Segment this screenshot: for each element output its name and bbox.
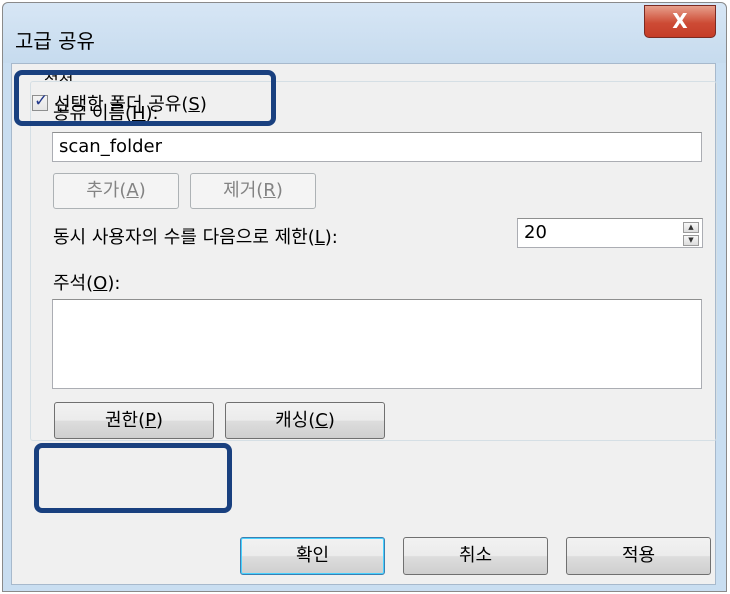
- comment-textarea[interactable]: [52, 299, 702, 389]
- dialog-title: 고급 공유: [15, 29, 95, 53]
- spin-up-icon[interactable]: ▲: [683, 222, 699, 233]
- close-icon: X: [672, 9, 688, 33]
- caching-button[interactable]: 캐싱(C): [225, 402, 385, 439]
- user-limit-stepper[interactable]: 20 ▲ ▼: [517, 218, 703, 248]
- apply-button[interactable]: 적용: [566, 537, 711, 575]
- user-limit-spinner[interactable]: ▲ ▼: [683, 222, 699, 246]
- user-limit-label: 동시 사용자의 수를 다음으로 제한(L):: [53, 227, 338, 248]
- ok-button[interactable]: 확인: [240, 537, 385, 575]
- advanced-sharing-dialog: 고급 공유 X ✓ 선택한 폴더 공유(S) 설정 공유 이름(H): scan…: [2, 2, 727, 592]
- remove-button[interactable]: 제거(R): [190, 173, 316, 209]
- permissions-button[interactable]: 권한(P): [54, 402, 214, 439]
- share-name-value: scan_folder: [59, 136, 162, 157]
- add-button[interactable]: 추가(A): [53, 173, 179, 209]
- title-bar[interactable]: 고급 공유 X: [3, 3, 726, 63]
- share-name-label: 공유 이름(H):: [53, 103, 159, 124]
- spin-down-icon[interactable]: ▼: [683, 235, 699, 246]
- close-button[interactable]: X: [644, 5, 716, 38]
- share-name-input[interactable]: scan_folder: [52, 132, 702, 162]
- comment-label: 주석(O):: [53, 273, 121, 294]
- user-limit-value: 20: [524, 222, 547, 243]
- cancel-button[interactable]: 취소: [403, 537, 548, 575]
- settings-group-legend: 설정: [42, 70, 76, 81]
